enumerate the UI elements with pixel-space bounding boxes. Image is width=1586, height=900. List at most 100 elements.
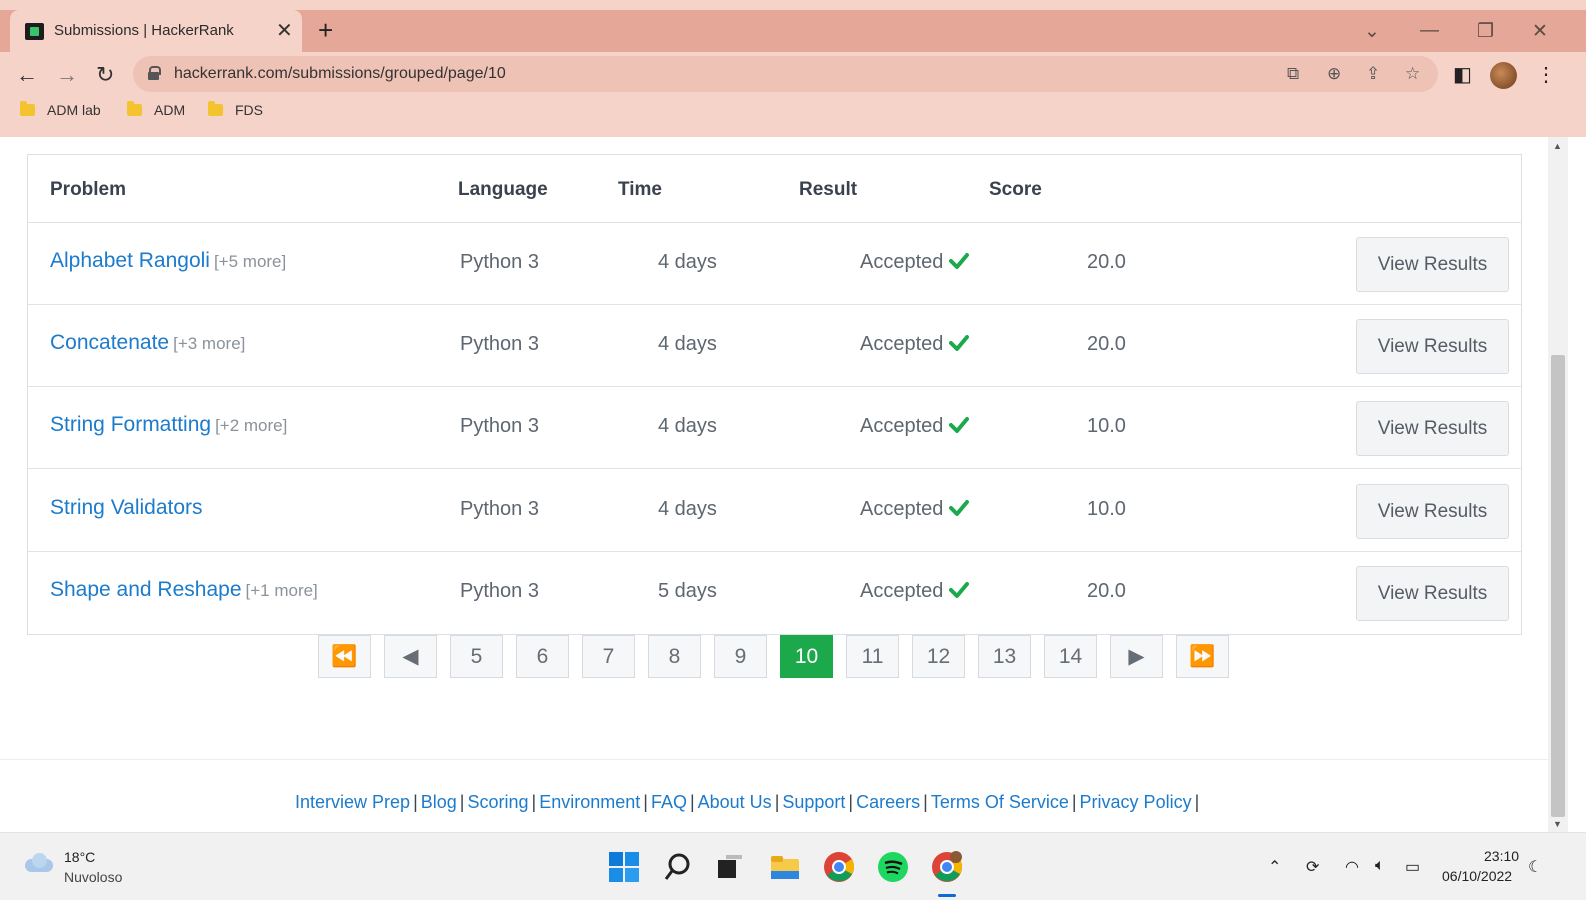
- page-button-11[interactable]: 11: [846, 635, 899, 678]
- task-view-icon[interactable]: [714, 851, 746, 883]
- footer-link-support[interactable]: Support: [782, 792, 845, 812]
- more-submissions-link[interactable]: [+1 more]: [246, 581, 318, 600]
- problem-link[interactable]: Shape and Reshape: [50, 578, 242, 601]
- cloud-weather-icon[interactable]: [23, 853, 55, 873]
- footer-link-about-us[interactable]: About Us: [698, 792, 772, 812]
- view-results-button[interactable]: View Results: [1356, 566, 1509, 621]
- check-icon: [949, 253, 970, 269]
- problem-link[interactable]: String Validators: [50, 496, 203, 519]
- more-submissions-link[interactable]: [+3 more]: [173, 334, 245, 353]
- profile-avatar[interactable]: [1490, 62, 1517, 89]
- volume-muted-icon[interactable]: 🔈︎: [1375, 857, 1385, 875]
- page-button-5[interactable]: 5: [450, 635, 503, 678]
- menu-kebab-icon[interactable]: ⋮: [1536, 62, 1556, 87]
- footer-link-careers[interactable]: Careers: [856, 792, 920, 812]
- problem-link[interactable]: Alphabet Rangoli: [50, 249, 210, 272]
- back-icon[interactable]: ←: [16, 62, 38, 88]
- footer-separator: |: [459, 792, 465, 812]
- battery-icon[interactable]: ▭: [1405, 857, 1420, 877]
- spotify-icon[interactable]: [877, 851, 909, 883]
- footer-link-scoring[interactable]: Scoring: [467, 792, 528, 812]
- footer-link-interview-prep[interactable]: Interview Prep: [295, 792, 410, 812]
- chrome-profile-icon[interactable]: [931, 851, 963, 883]
- more-submissions-link[interactable]: [+5 more]: [214, 252, 286, 271]
- time-cell: 4 days: [658, 251, 717, 273]
- scroll-up-icon[interactable]: ▲: [1553, 141, 1562, 151]
- windows-start-icon[interactable]: [608, 851, 640, 883]
- more-submissions-link[interactable]: [+2 more]: [215, 416, 287, 435]
- tab-strip: Submissions | HackerRank ✕ + ⌄ — ❐ ✕: [0, 10, 1586, 52]
- scroll-down-icon[interactable]: ▼: [1553, 819, 1562, 829]
- scrollbar-thumb[interactable]: [1551, 355, 1565, 817]
- close-window-icon[interactable]: ✕: [1532, 20, 1548, 43]
- result-text: Accepted: [860, 251, 944, 273]
- result-cell: Accepted: [860, 251, 970, 274]
- clock-time[interactable]: 23:10: [1484, 848, 1519, 864]
- view-results-button[interactable]: View Results: [1356, 319, 1509, 374]
- share-icon[interactable]: ⇪: [1366, 64, 1380, 84]
- bookmark-folder-adm-lab[interactable]: ADM lab: [20, 101, 101, 118]
- wifi-icon[interactable]: ◠: [1345, 857, 1359, 877]
- page-button-13[interactable]: 13: [978, 635, 1031, 678]
- first-page-button[interactable]: ⏪: [318, 635, 371, 678]
- last-page-button[interactable]: ⏩: [1176, 635, 1229, 678]
- footer-separator: |: [1071, 792, 1077, 812]
- weather-condition[interactable]: Nuvoloso: [64, 869, 122, 885]
- close-tab-icon[interactable]: ✕: [276, 18, 293, 43]
- header-problem: Problem: [50, 179, 127, 200]
- address-bar[interactable]: hackerrank.com/submissions/grouped/page/…: [133, 56, 1438, 92]
- zoom-icon[interactable]: ⊕: [1327, 64, 1341, 84]
- table-row: Shape and Reshape [+1 more] Python 3 5 days…: [28, 552, 1521, 634]
- language-cell: Python 3: [460, 498, 539, 520]
- view-results-button[interactable]: View Results: [1356, 484, 1509, 539]
- minimize-icon[interactable]: —: [1420, 20, 1439, 42]
- translate-icon[interactable]: ⧉: [1287, 64, 1299, 84]
- page-scrollbar[interactable]: ▲ ▼: [1548, 137, 1568, 832]
- footer-separator: |: [848, 792, 854, 812]
- page-button-9[interactable]: 9: [714, 635, 767, 678]
- weather-temperature[interactable]: 18°C: [64, 849, 95, 865]
- clock-date[interactable]: 06/10/2022: [1442, 868, 1512, 884]
- footer-separator: |: [923, 792, 928, 812]
- forward-icon[interactable]: →: [56, 62, 78, 88]
- problem-link[interactable]: Concatenate: [50, 331, 169, 354]
- tray-chevron-up-icon[interactable]: ⌃: [1268, 857, 1281, 877]
- next-page-button[interactable]: ▶: [1110, 635, 1163, 678]
- reload-icon[interactable]: ↻: [96, 62, 114, 88]
- footer-link-faq[interactable]: FAQ: [651, 792, 687, 812]
- table-row: Alphabet Rangoli [+5 more] Python 3 4 days A…: [28, 223, 1521, 305]
- browser-tab[interactable]: Submissions | HackerRank ✕: [10, 10, 302, 52]
- footer-link-environment[interactable]: Environment: [539, 792, 640, 812]
- bookmark-star-icon[interactable]: ☆: [1405, 64, 1420, 84]
- problem-link[interactable]: String Formatting: [50, 413, 211, 436]
- search-icon[interactable]: [662, 851, 694, 883]
- file-explorer-icon[interactable]: [769, 851, 801, 883]
- tab-search-chevron-icon[interactable]: ⌄: [1364, 20, 1380, 43]
- tab-title: Submissions | HackerRank: [54, 22, 234, 39]
- page-button-8[interactable]: 8: [648, 635, 701, 678]
- restore-icon[interactable]: ❐: [1477, 20, 1494, 43]
- chrome-icon[interactable]: [823, 851, 855, 883]
- page-button-14[interactable]: 14: [1044, 635, 1097, 678]
- bookmark-folder-adm[interactable]: ADM: [127, 101, 185, 118]
- view-results-button[interactable]: View Results: [1356, 237, 1509, 292]
- bookmark-folder-fds[interactable]: FDS: [208, 101, 263, 118]
- lock-icon[interactable]: [148, 66, 161, 80]
- problem-cell: String Formatting [+2 more]: [50, 413, 287, 437]
- footer-link-terms-of-service[interactable]: Terms Of Service: [931, 792, 1069, 812]
- footer-link-privacy-policy[interactable]: Privacy Policy: [1080, 792, 1192, 812]
- new-tab-icon[interactable]: +: [318, 17, 333, 43]
- score-cell: 20.0: [1087, 580, 1126, 602]
- bookmarks-bar: ADM lab ADM FDS: [0, 98, 1586, 128]
- page-button-7[interactable]: 7: [582, 635, 635, 678]
- page-button-10[interactable]: 10: [780, 635, 833, 678]
- page-button-6[interactable]: 6: [516, 635, 569, 678]
- footer-link-blog[interactable]: Blog: [421, 792, 457, 812]
- view-results-button[interactable]: View Results: [1356, 401, 1509, 456]
- prev-page-button[interactable]: ◀: [384, 635, 437, 678]
- sync-icon[interactable]: ⟳: [1306, 857, 1319, 877]
- page-button-12[interactable]: 12: [912, 635, 965, 678]
- url-text[interactable]: hackerrank.com/submissions/grouped/page/…: [174, 65, 506, 83]
- side-panel-icon[interactable]: ◧: [1453, 62, 1472, 87]
- notifications-icon[interactable]: ☾: [1528, 857, 1542, 877]
